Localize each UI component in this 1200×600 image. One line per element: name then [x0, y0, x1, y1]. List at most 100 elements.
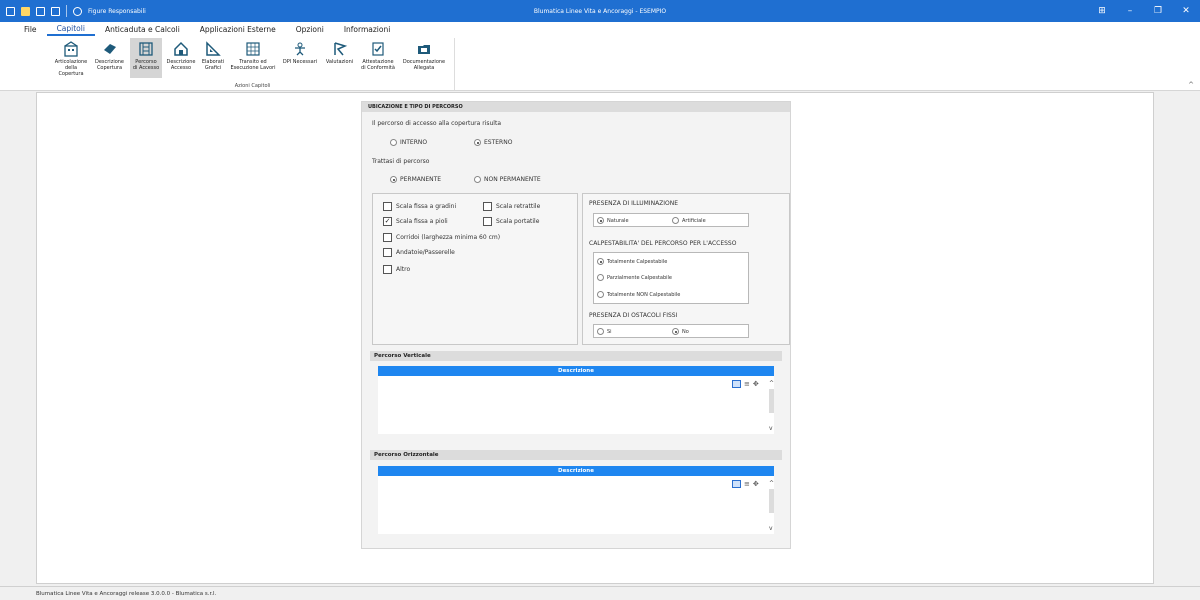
- minimize-button[interactable]: –: [1116, 0, 1144, 22]
- menu-capitoli[interactable]: Capitoli: [46, 22, 95, 36]
- percorso-orizzontale-editor[interactable]: Descrizione ≡ ✥ ^ v: [378, 466, 774, 534]
- checkbox-andatoie-passerelle[interactable]: Andatoie/Passerelle: [383, 248, 455, 257]
- menu-applicazioni-esterne[interactable]: Applicazioni Esterne: [190, 22, 286, 36]
- separator: [66, 5, 67, 17]
- ribbon-button-documentazione-9[interactable]: Documentazione Allegata: [400, 38, 448, 78]
- save-icon[interactable]: [36, 6, 45, 16]
- radio-dot: [672, 328, 679, 335]
- illuminazione-label: PRESENZA DI ILLUMINAZIONE: [589, 200, 679, 207]
- question-tipo-label: Trattasi di percorso: [372, 158, 430, 165]
- ribbon-button-articolazione-0[interactable]: Articolazione della Copertura: [52, 38, 90, 78]
- checkbox-scala-fissa-a-gradini[interactable]: Scala fissa a gradini: [383, 202, 456, 211]
- house-icon: [174, 41, 188, 56]
- checkbox-box[interactable]: [483, 202, 492, 211]
- radio-permanente[interactable]: PERMANENTE: [390, 176, 441, 183]
- ribbon-button-descrizione-1[interactable]: Descrizione Copertura: [92, 38, 127, 78]
- ladder-icon: [139, 42, 153, 56]
- figure-responsabili-button[interactable]: Figure Responsabili: [88, 8, 146, 15]
- ribbon-button-label: DPI Necessari: [282, 59, 318, 65]
- checkbox-altro[interactable]: Altro: [383, 265, 410, 274]
- close-button[interactable]: ✕: [1172, 0, 1200, 22]
- radio-label: Totalmente Calpestabile: [607, 258, 668, 265]
- radio-dot: [597, 258, 604, 265]
- ribbon-group-azioni-capitoli: Azioni Capitoli Articolazione della Coper…: [50, 38, 455, 90]
- scrollbar[interactable]: ^ v: [768, 480, 775, 532]
- checkbox-box[interactable]: [383, 248, 392, 257]
- menu-anticaduta-e-calcoli[interactable]: Anticaduta e Calcoli: [95, 22, 190, 36]
- ribbon-button-dpi-necessari-6[interactable]: DPI Necessari: [280, 38, 320, 78]
- descrizione-header: Descrizione: [378, 466, 774, 476]
- checkbox-scala-retrattile[interactable]: Scala retrattile: [483, 202, 540, 211]
- radio-parzialmente-calpestabile[interactable]: Parzialmente Calpestabile: [597, 274, 672, 281]
- layout-icon[interactable]: ⊞: [1088, 0, 1116, 22]
- list-icon[interactable]: ≡: [744, 480, 750, 488]
- harness-icon: [295, 42, 305, 56]
- move-icon[interactable]: ✥: [753, 380, 759, 388]
- radio-no[interactable]: No: [672, 328, 689, 335]
- ribbon: Azioni Capitoli Articolazione della Coper…: [0, 36, 1200, 125]
- scroll-up-icon[interactable]: ^: [769, 480, 774, 487]
- percorso-verticale-editor[interactable]: Descrizione ≡ ✥ ^ v: [378, 366, 774, 434]
- checkbox-box[interactable]: [383, 202, 392, 211]
- descrizione-header: Descrizione: [378, 366, 774, 376]
- illuminazione-radio-group: Naturale Artificiale: [593, 213, 749, 227]
- ribbon-button-label: di Conformità: [361, 65, 395, 71]
- radio-totalmente-non-calpestabile[interactable]: Totalmente NON Calpestabile: [597, 291, 680, 298]
- radio-label: Artificiale: [682, 217, 706, 224]
- text-view-icon[interactable]: [732, 480, 741, 488]
- menu-informazioni[interactable]: Informazioni: [334, 22, 401, 36]
- ribbon-button-valutazioni-7[interactable]: Valutazioni: [322, 38, 357, 78]
- ribbon-button-label: Valutazioni: [325, 59, 354, 65]
- radio-si[interactable]: Si: [597, 328, 612, 335]
- radio-totalmente-calpestabile[interactable]: Totalmente Calpestabile: [597, 258, 667, 265]
- checkbox-corridoi-larghezza-minima-cm[interactable]: Corridoi (larghezza minima 60 cm): [383, 233, 500, 242]
- ribbon-button-percorso-2[interactable]: Percorso di Accesso: [130, 38, 162, 78]
- checkbox-label: Scala fissa a gradini: [396, 203, 457, 210]
- open-folder-icon[interactable]: [21, 6, 30, 16]
- scroll-down-icon[interactable]: v: [769, 525, 773, 532]
- radio-naturale[interactable]: Naturale: [597, 217, 629, 224]
- move-icon[interactable]: ✥: [753, 480, 759, 488]
- checkbox-label: Scala fissa a pioli: [396, 218, 448, 225]
- list-icon[interactable]: ≡: [744, 380, 750, 388]
- menu-file[interactable]: File: [14, 22, 47, 36]
- radio-non-permanente[interactable]: NON PERMANENTE: [474, 176, 541, 183]
- scroll-up-icon[interactable]: ^: [769, 380, 774, 387]
- checkbox-label: Corridoi (larghezza minima 60 cm): [396, 234, 501, 241]
- radio-label: INTERNO: [400, 139, 428, 146]
- person-icon[interactable]: [73, 6, 82, 16]
- text-view-icon[interactable]: [732, 380, 741, 388]
- radio-interno[interactable]: INTERNO: [390, 139, 427, 146]
- scroll-thumb[interactable]: [769, 489, 774, 513]
- ribbon-button-elaborati-4[interactable]: Elaborati Grafici: [199, 38, 227, 78]
- checkbox-box[interactable]: ✓: [383, 217, 392, 226]
- triangle-ruler-icon: [206, 41, 221, 56]
- ribbon-button-attestazione-8[interactable]: Attestazione di Conformità: [358, 38, 398, 78]
- ribbon-button-descrizione-3[interactable]: Descrizione Accesso: [165, 38, 197, 78]
- window-controls: ⊞ – ❐ ✕: [1088, 0, 1200, 22]
- radio-label: Parzialmente Calpestabile: [607, 274, 672, 281]
- checkbox-box[interactable]: [483, 217, 492, 226]
- quick-access-toolbar: Figure Responsabili: [0, 0, 146, 22]
- radio-artificiale[interactable]: Artificiale: [672, 217, 706, 224]
- scrollbar[interactable]: ^ v: [768, 380, 775, 432]
- radio-dot: [474, 139, 481, 146]
- radio-esterno[interactable]: ESTERNO: [474, 139, 512, 146]
- calpestabilita-radio-group: Totalmente Calpestabile Parzialmente Cal…: [593, 252, 749, 304]
- radio-label: No: [682, 328, 689, 335]
- print-icon[interactable]: [51, 6, 60, 16]
- checkbox-box[interactable]: [383, 233, 392, 242]
- calpestabilita-label: CALPESTABILITA' DEL PERCORSO PER L'ACCES…: [589, 240, 737, 247]
- flag-icon: [333, 42, 347, 56]
- checkbox-box[interactable]: [383, 265, 392, 274]
- checkbox-scala-portatile[interactable]: Scala portatile: [483, 217, 539, 226]
- radio-label: Totalmente NON Calpestabile: [607, 291, 681, 298]
- menu-opzioni[interactable]: Opzioni: [286, 22, 334, 36]
- ribbon-button-transito-ed-5[interactable]: Transito ed Esecuzione Lavori: [228, 38, 278, 78]
- collapse-ribbon-icon[interactable]: ^: [1188, 81, 1194, 89]
- restore-button[interactable]: ❐: [1144, 0, 1172, 22]
- scroll-thumb[interactable]: [769, 389, 774, 413]
- ostacoli-radio-group: Si No: [593, 324, 749, 338]
- scroll-down-icon[interactable]: v: [769, 425, 773, 432]
- checkbox-scala-fissa-a-pioli[interactable]: ✓ Scala fissa a pioli: [383, 217, 448, 226]
